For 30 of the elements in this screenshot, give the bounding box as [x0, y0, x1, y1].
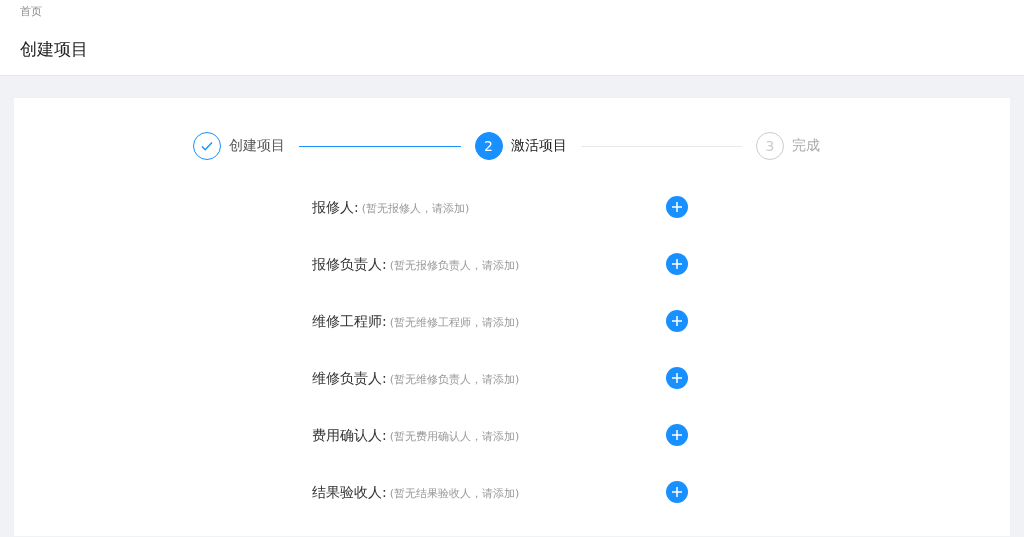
role-label: 报修人: [312, 199, 359, 215]
empty-hint: (暂无结果验收人，请添加) [389, 487, 520, 500]
step-label: 激活项目 [510, 137, 567, 155]
role-label: 维修负责人: [312, 370, 387, 386]
plus-icon [672, 373, 682, 383]
add-button[interactable] [666, 310, 688, 332]
role-label: 费用确认人: [312, 427, 387, 443]
step-label: 创建项目 [229, 137, 285, 155]
add-button[interactable] [666, 424, 688, 446]
add-button[interactable] [666, 253, 688, 275]
empty-hint: (暂无费用确认人，请添加) [389, 430, 520, 443]
plus-icon [672, 259, 682, 269]
role-label: 报修负责人: [312, 256, 387, 272]
breadcrumb-link[interactable]: 首页 [20, 0, 42, 20]
empty-hint: (暂无维修工程师，请添加) [389, 316, 520, 329]
plus-icon [672, 316, 682, 326]
role-label: 维修工程师: [312, 313, 387, 329]
add-button[interactable] [666, 367, 688, 389]
role-label: 结果验收人: [312, 484, 387, 500]
step-label: 完成 [792, 137, 820, 155]
page-title: 创建项目 [20, 38, 89, 60]
empty-hint: (暂无维修负责人，请添加) [389, 373, 520, 386]
empty-hint: (暂无报修负责人，请添加) [389, 259, 520, 272]
add-button[interactable] [666, 481, 688, 503]
step-number: 2 [474, 132, 503, 160]
add-button[interactable] [666, 196, 688, 218]
plus-icon [672, 430, 682, 440]
empty-hint: (暂无报修人，请添加) [361, 202, 470, 215]
plus-icon [672, 202, 682, 212]
plus-icon [672, 487, 682, 497]
